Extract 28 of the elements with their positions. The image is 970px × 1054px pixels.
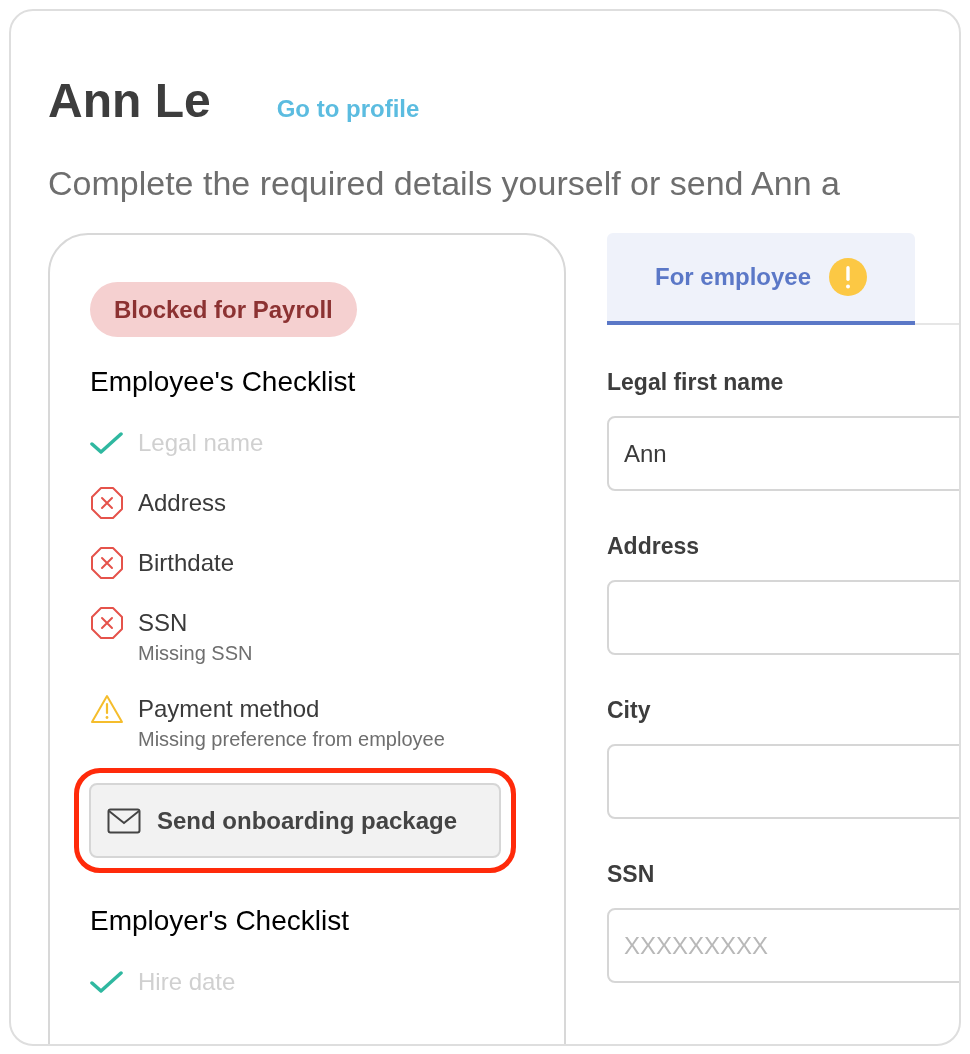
error-icon: [90, 486, 124, 520]
envelope-icon: [107, 807, 141, 834]
checklist-item-note: Missing SSN: [138, 641, 253, 666]
field-label: City: [607, 696, 652, 725]
send-onboarding-button[interactable]: Send onboarding package: [89, 783, 501, 858]
field-label: Legal first name: [607, 368, 785, 397]
checklist-item-note: Missing preference from employee: [138, 727, 445, 752]
subtitle: Complete the required details yourself or send Ann a: [48, 163, 841, 204]
warning-icon: [90, 694, 124, 724]
text-field[interactable]: XXXXXXXXX: [607, 908, 959, 983]
error-icon: [90, 606, 124, 640]
checklist-item-label: Address: [138, 488, 227, 518]
checklist-item-label: SSN: [138, 608, 189, 638]
field-label: Address: [607, 532, 701, 561]
text-field[interactable]: Ann: [607, 416, 959, 491]
status-badge: Blocked for Payroll: [90, 282, 357, 337]
employee-name: Ann Le: [48, 73, 211, 129]
check-icon: [90, 431, 124, 455]
field-label: SSN: [607, 860, 656, 889]
error-icon: [90, 546, 124, 580]
tab[interactable]: For employee: [607, 233, 915, 325]
text-field[interactable]: [607, 580, 959, 655]
text-field[interactable]: [607, 744, 959, 819]
check-icon: [90, 970, 124, 994]
checklist-item-label: Payment method: [138, 694, 321, 724]
checklist-title: Employee's Checklist: [90, 365, 357, 399]
checklist-title: Employer's Checklist: [90, 904, 350, 938]
checklist-item-label: Birthdate: [138, 548, 235, 578]
